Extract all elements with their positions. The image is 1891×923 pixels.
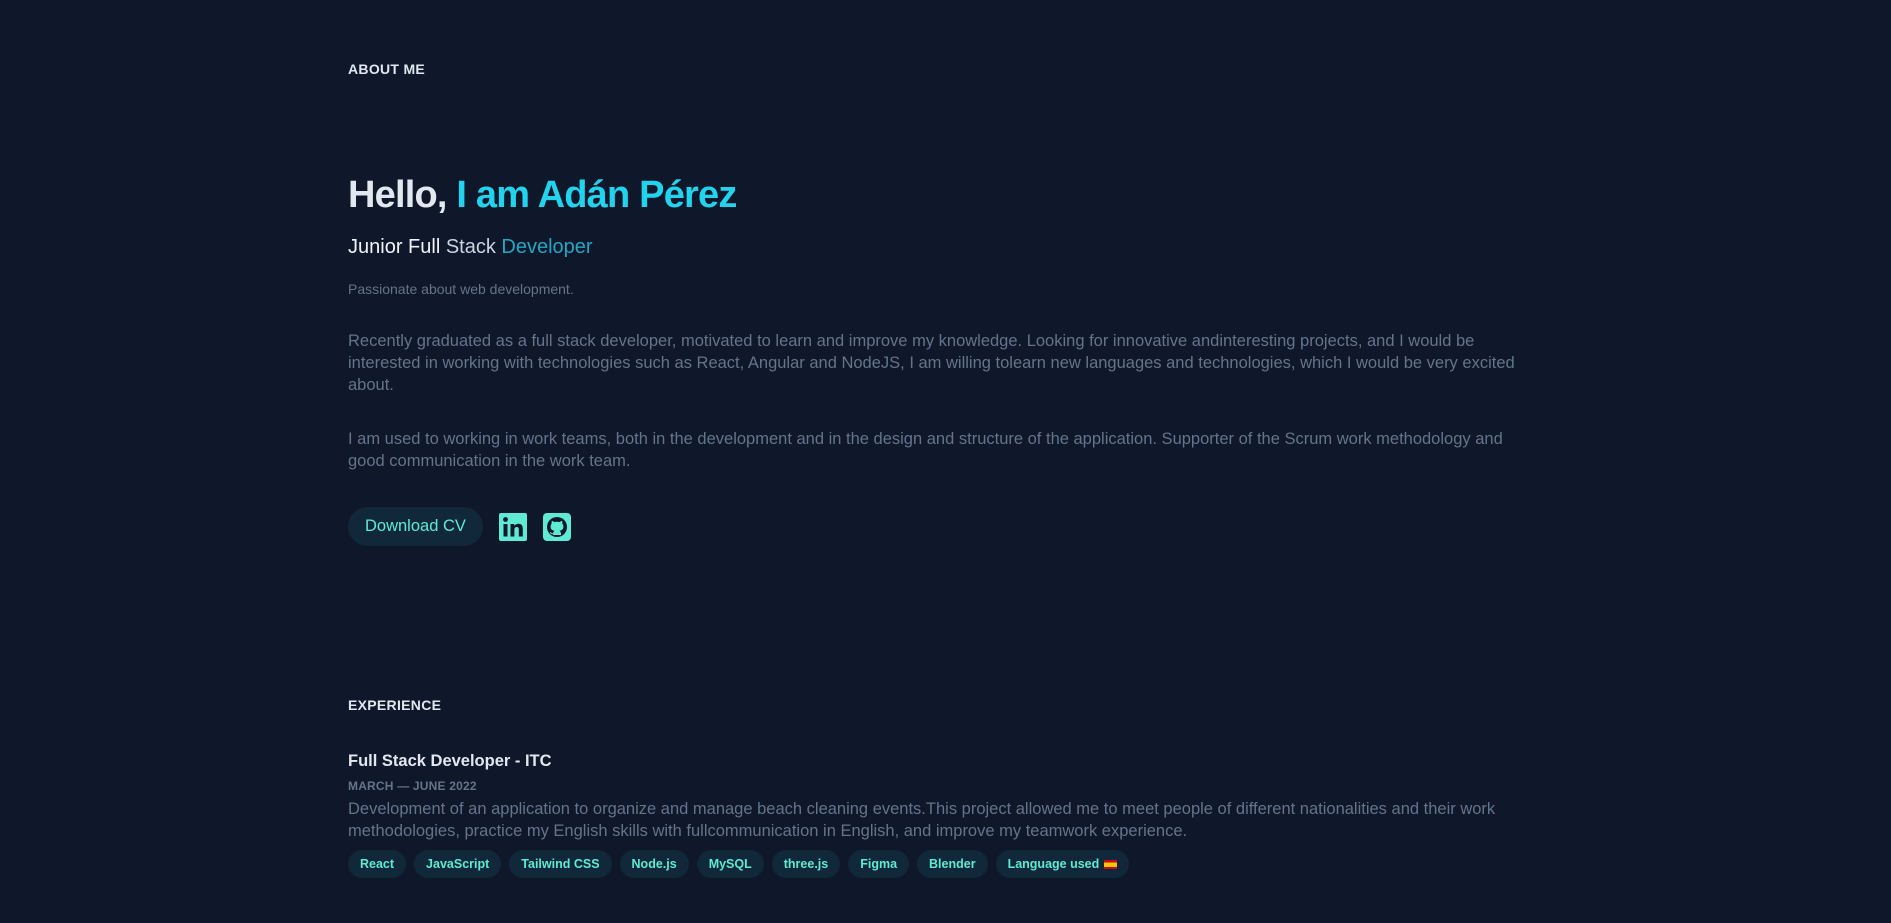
about-section-label: ABOUT ME <box>348 61 426 77</box>
github-icon[interactable] <box>542 512 571 541</box>
role-part-3: Developer <box>501 236 593 258</box>
download-cv-button[interactable]: Download CV <box>348 507 483 546</box>
tech-tags: React JavaScript Tailwind CSS Node.js My… <box>348 850 1130 878</box>
role-part-1: Junior Full <box>348 236 441 258</box>
tag-language-used-label: Language used <box>1007 857 1100 871</box>
tag-react: React <box>348 850 407 878</box>
experience-section-label: EXPERIENCE <box>348 697 442 713</box>
tag-nodejs: Node.js <box>619 850 689 878</box>
linkedin-icon[interactable] <box>498 512 527 541</box>
hello-prefix: Hello, <box>348 174 457 216</box>
about-paragraph-2: I am used to working in work teams, both… <box>348 430 1503 470</box>
hero-heading: Hello, I am Adán Pérez <box>348 174 737 217</box>
job-description: Development of an application to organiz… <box>348 800 1496 840</box>
job-title: Full Stack Developer - ITC <box>348 752 552 770</box>
tag-blender: Blender <box>917 850 988 878</box>
role-part-2: Stack <box>440 236 502 258</box>
spain-flag-icon <box>1104 859 1118 869</box>
tag-threejs: three.js <box>771 850 841 878</box>
tagline: Passionate about web development. <box>348 281 574 297</box>
hero-name: I am Adán Pérez <box>456 174 737 216</box>
tag-tailwind-css: Tailwind CSS <box>509 850 612 878</box>
about-actions: Download CV <box>348 507 571 546</box>
job-date: MARCH — JUNE 2022 <box>348 779 477 793</box>
role-subtitle: Junior Full Stack Developer <box>348 236 593 259</box>
tag-mysql: MySQL <box>696 850 764 878</box>
tag-javascript: JavaScript <box>414 850 502 878</box>
tag-figma: Figma <box>848 850 910 878</box>
tag-language-used: Language used <box>995 850 1130 878</box>
about-paragraph-1: Recently graduated as a full stack devel… <box>348 332 1515 394</box>
